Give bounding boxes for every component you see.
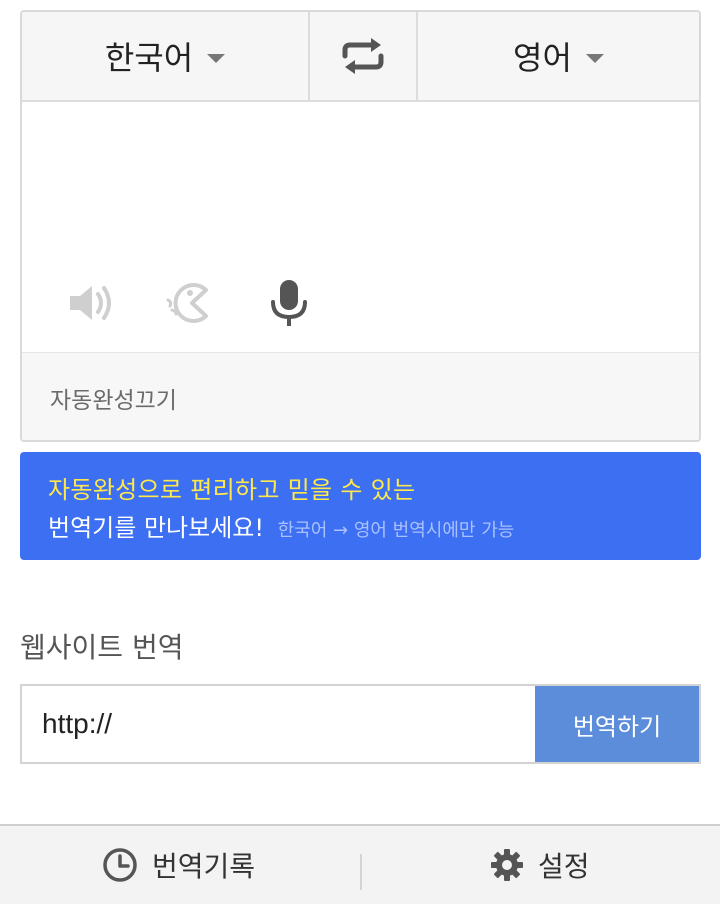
speaker-icon[interactable]: [66, 278, 116, 328]
settings-label: 설정: [538, 850, 590, 883]
history-label: 번역기록: [152, 850, 256, 883]
bottom-divider: [360, 854, 362, 890]
swap-arrows-icon: [342, 38, 384, 74]
translator-panel: 한국어 영어 자동완성끄기: [20, 10, 701, 442]
promo-subline: 번역기를 만나보세요! 한국어 → 영어 번역시에만 가능: [48, 508, 514, 543]
autocomplete-off-toggle[interactable]: 자동완성끄기: [50, 381, 177, 415]
gear-icon: [491, 849, 523, 881]
url-input[interactable]: [22, 686, 535, 762]
website-translate-form: 번역하기: [20, 684, 701, 764]
target-language-select[interactable]: 영어: [418, 12, 699, 100]
input-footer: 자동완성끄기: [22, 352, 699, 440]
clock-icon: [103, 848, 137, 882]
promo-banner[interactable]: 자동완성으로 편리하고 믿을 수 있는 번역기를 만나보세요! 한국어 → 영어…: [20, 452, 701, 560]
source-language-select[interactable]: 한국어: [22, 12, 310, 100]
source-language-label: 한국어: [104, 39, 194, 77]
language-bar: 한국어 영어: [22, 12, 699, 102]
promo-note: 한국어 → 영어 번역시에만 가능: [277, 520, 515, 541]
swap-languages-button[interactable]: [310, 12, 418, 100]
chevron-down-icon: [585, 53, 604, 63]
history-button[interactable]: 번역기록: [102, 826, 255, 904]
source-text-input[interactable]: [22, 102, 699, 352]
bottom-navigation: 번역기록 설정: [0, 824, 720, 904]
promo-headline: 자동완성으로 편리하고 믿을 수 있는: [48, 476, 416, 504]
microphone-icon[interactable]: [264, 278, 314, 328]
promo-subline-text: 번역기를 만나보세요!: [48, 514, 264, 542]
website-translate-title: 웹사이트 번역: [20, 631, 184, 664]
handwriting-icon[interactable]: [164, 278, 214, 328]
target-language-label: 영어: [513, 39, 572, 77]
translate-website-button[interactable]: 번역하기: [535, 686, 699, 762]
chevron-down-icon: [207, 53, 226, 63]
settings-button[interactable]: 설정: [490, 826, 590, 904]
